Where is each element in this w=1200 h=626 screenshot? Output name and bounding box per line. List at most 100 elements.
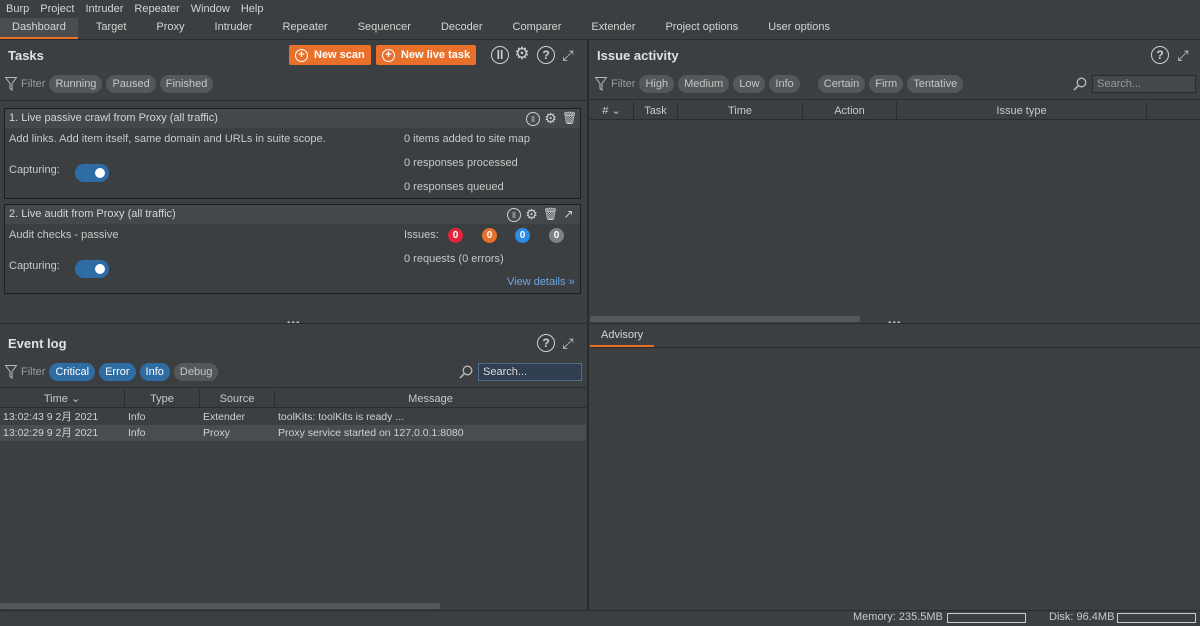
tab-comparer[interactable]: Comparer (501, 18, 574, 39)
tab-proxy[interactable]: Proxy (144, 18, 196, 39)
task-header: 2. Live audit from Proxy (all traffic) (5, 205, 580, 224)
table-row[interactable]: 13:02:29 9 2月 2021 Info Proxy Proxy serv… (0, 425, 586, 441)
gear-icon[interactable]: ⚙ (525, 207, 538, 221)
tab-dashboard[interactable]: Dashboard (0, 18, 78, 39)
issue-search-input[interactable]: Search... (1092, 75, 1196, 93)
filter-high[interactable]: High (639, 75, 675, 93)
expand-icon[interactable]: ⤢ (559, 334, 577, 352)
filter-error[interactable]: Error (99, 363, 136, 381)
help-icon[interactable]: ? (1151, 46, 1169, 64)
menu-repeater[interactable]: Repeater (134, 3, 179, 15)
trash-icon[interactable]: 🗑 (562, 111, 577, 125)
disk-meter (1117, 613, 1196, 623)
filter-low[interactable]: Low (733, 75, 766, 93)
col-message[interactable]: Message (275, 390, 586, 407)
open-external-icon[interactable]: ↗ (562, 207, 575, 221)
filter-icon[interactable] (5, 77, 17, 91)
tab-project-options[interactable]: Project options (653, 18, 750, 39)
event-table-header: Time ⌄ Type Source Message (0, 390, 586, 408)
filter-medium[interactable]: Medium (678, 75, 730, 93)
event-log-title: Event log (8, 336, 67, 351)
menu-burp[interactable]: Burp (6, 3, 29, 15)
pause-icon[interactable]: ll (526, 112, 540, 126)
filter-firm[interactable]: Firm (869, 75, 904, 93)
gear-icon[interactable]: ⚙ (544, 111, 557, 125)
tab-user-options[interactable]: User options (756, 18, 842, 39)
divider (0, 100, 586, 101)
filter-debug[interactable]: Debug (173, 363, 219, 381)
new-scan-label: New scan (314, 49, 365, 61)
gear-icon[interactable]: ⚙ (513, 45, 531, 63)
capturing-label: Capturing: (9, 164, 60, 176)
col-issue-type[interactable]: Issue type (897, 102, 1147, 119)
chevron-down-icon: ⌄ (70, 393, 81, 405)
tab-sequencer[interactable]: Sequencer (346, 18, 423, 39)
col-time[interactable]: Time ⌄ (0, 390, 125, 407)
expand-icon[interactable]: ⤢ (559, 46, 577, 64)
menu-window[interactable]: Window (191, 3, 230, 15)
col-task[interactable]: Task (634, 102, 678, 119)
issue-count-high: 0 (448, 228, 463, 243)
filter-finished[interactable]: Finished (159, 75, 214, 93)
task-stat: 0 responses processed (404, 157, 518, 169)
task-title: 1. Live passive crawl from Proxy (all tr… (9, 112, 218, 124)
trash-icon[interactable]: 🗑 (543, 207, 558, 221)
col-filler (1147, 102, 1200, 119)
tab-advisory[interactable]: Advisory (590, 326, 654, 347)
view-details-link[interactable]: View details » (507, 276, 575, 288)
issue-count-info: 0 (549, 228, 564, 243)
filter-info[interactable]: Info (769, 75, 800, 93)
col-action[interactable]: Action (803, 102, 897, 119)
new-scan-button[interactable]: + New scan (289, 45, 371, 65)
filter-certain[interactable]: Certain (817, 75, 866, 93)
task-description: Audit checks - passive (9, 229, 119, 241)
tab-decoder[interactable]: Decoder (429, 18, 495, 39)
tab-repeater[interactable]: Repeater (270, 18, 339, 39)
scrollbar-horizontal[interactable] (590, 316, 860, 322)
col-source[interactable]: Source (200, 390, 275, 407)
issues-label: Issues: (404, 229, 439, 241)
filter-critical[interactable]: Critical (49, 363, 96, 381)
menu-intruder[interactable]: Intruder (86, 3, 124, 15)
search-icon[interactable] (1073, 77, 1087, 91)
cell-message: Proxy service started on 127.0.0.1:8080 (278, 427, 464, 439)
chevron-down-icon: ⌄ (611, 105, 621, 117)
expand-icon[interactable]: ⤢ (1174, 46, 1192, 64)
col-number[interactable]: # ⌄ (590, 102, 634, 119)
menu-project[interactable]: Project (40, 3, 74, 15)
view-details-label: View details (507, 276, 566, 288)
filter-icon[interactable] (595, 77, 607, 91)
menu-help[interactable]: Help (241, 3, 264, 15)
pause-icon[interactable]: ll (507, 208, 521, 222)
cell-source: Extender (203, 411, 246, 423)
divider (590, 323, 1200, 324)
filter-paused[interactable]: Paused (106, 75, 156, 93)
task-title: 2. Live audit from Proxy (all traffic) (9, 208, 176, 220)
cell-message: toolKits: toolKits is ready ... (278, 411, 405, 423)
table-row[interactable]: 13:02:43 9 2月 2021 Info Extender toolKit… (0, 409, 586, 425)
vertical-splitter[interactable] (587, 40, 589, 610)
search-icon[interactable] (459, 365, 473, 379)
tab-intruder[interactable]: Intruder (203, 18, 265, 39)
tab-extender[interactable]: Extender (579, 18, 647, 39)
column-label: # (602, 105, 609, 117)
issue-count-low: 0 (515, 228, 530, 243)
task-stat: 0 items added to site map (404, 133, 530, 145)
col-type[interactable]: Type (125, 390, 200, 407)
filter-info[interactable]: Info (139, 363, 170, 381)
capturing-toggle[interactable] (75, 164, 109, 182)
help-icon[interactable]: ? (537, 334, 555, 352)
help-icon[interactable]: ? (537, 46, 555, 64)
capturing-toggle[interactable] (75, 260, 109, 278)
pause-icon[interactable]: ll (491, 46, 509, 64)
divider (590, 347, 1200, 348)
col-time[interactable]: Time (678, 102, 803, 119)
filter-tentative[interactable]: Tentative (907, 75, 964, 93)
filter-icon[interactable] (5, 365, 17, 379)
event-table-body: 13:02:43 9 2月 2021 Info Extender toolKit… (0, 409, 586, 441)
new-live-task-button[interactable]: + New live task (376, 45, 477, 65)
tab-target[interactable]: Target (84, 18, 139, 39)
event-search-input[interactable]: Search... (478, 363, 582, 381)
cell-time: 13:02:29 9 2月 2021 (3, 427, 99, 439)
filter-running[interactable]: Running (49, 75, 103, 93)
